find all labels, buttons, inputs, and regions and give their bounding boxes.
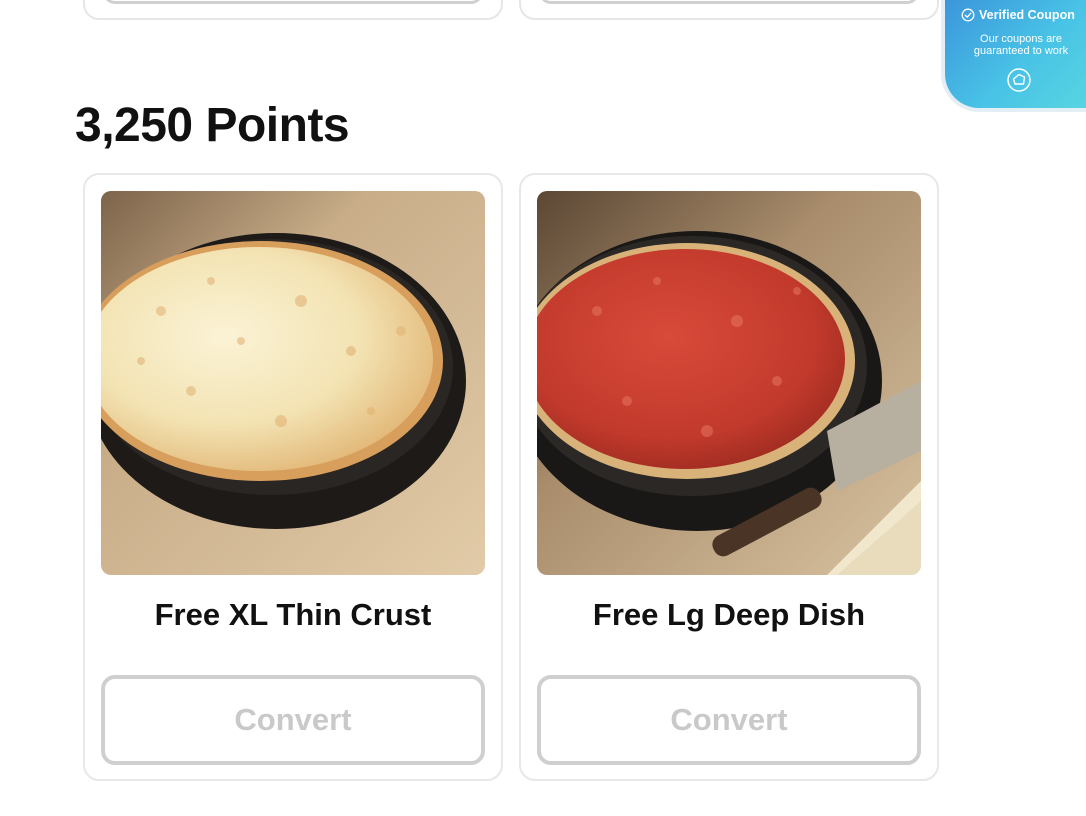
badge-subtitle: Our coupons are guaranteed to work: [973, 33, 1069, 57]
thin-crust-pizza-illustration: [101, 191, 485, 575]
verified-coupon-badge[interactable]: Verified Coupon Our coupons are guarante…: [945, 0, 1086, 108]
convert-button[interactable]: Convert: [101, 675, 485, 765]
deep-dish-pizza-illustration: [537, 191, 921, 575]
previous-reward-card: [519, 0, 939, 20]
pizza-image: [537, 191, 921, 575]
brand-logo-icon: [1007, 68, 1031, 92]
pizza-image: [101, 191, 485, 575]
reward-card: Free Lg Deep Dish Convert: [519, 173, 939, 781]
reward-name: Free Lg Deep Dish: [592, 597, 866, 632]
convert-button[interactable]: Convert: [537, 675, 921, 765]
points-tier-heading: 3,250 Points: [75, 99, 350, 152]
rewards-page: 3,250 Points Free XL Thin Crust Convert …: [0, 0, 1086, 816]
previous-reward-card: [83, 0, 503, 20]
badge-header: Verified Coupon: [961, 8, 1075, 22]
reward-name: Free XL Thin Crust: [154, 597, 432, 632]
previous-convert-button[interactable]: [103, 0, 483, 4]
reward-card: Free XL Thin Crust Convert: [83, 173, 503, 781]
badge-title: Verified Coupon: [979, 8, 1075, 22]
previous-convert-button[interactable]: [539, 0, 919, 4]
check-circle-icon: [961, 8, 975, 22]
